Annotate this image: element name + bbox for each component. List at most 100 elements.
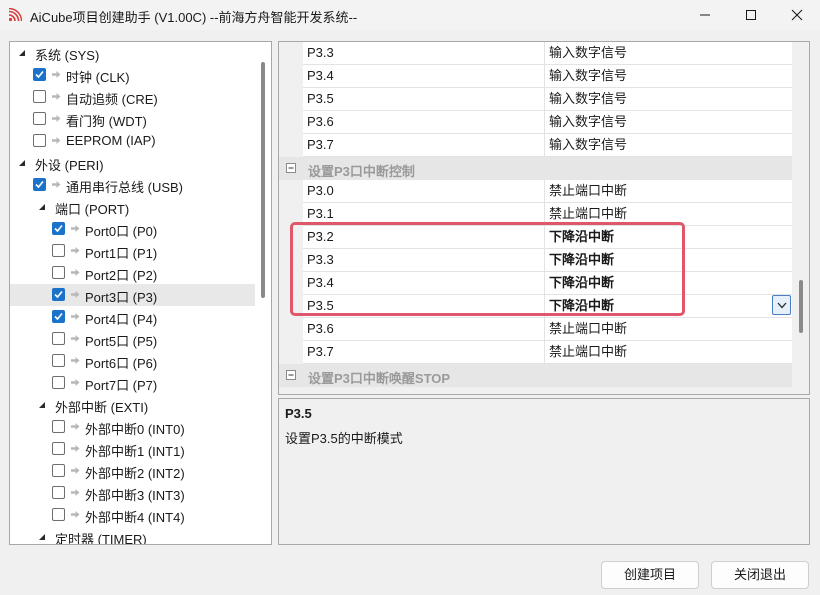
tree-item[interactable]: 自动追频 (CRE)	[10, 86, 255, 108]
tree-item[interactable]: 系统 (SYS)	[10, 42, 255, 64]
checkbox[interactable]	[33, 134, 46, 147]
property-name: P3.7	[303, 341, 545, 364]
grid-row[interactable]: P3.7 禁止端口中断	[279, 341, 792, 364]
tree-item-label: Port4口 (P4)	[85, 312, 158, 327]
wifi-icon	[8, 8, 22, 22]
property-value[interactable]: 输入数字信号	[545, 88, 792, 111]
expand-triangle-icon[interactable]	[37, 532, 47, 542]
checkbox[interactable]	[52, 464, 65, 477]
tree-item-label: 系统 (SYS)	[35, 48, 100, 63]
description-title: P3.5	[285, 406, 312, 421]
property-name: P3.4	[303, 65, 545, 88]
checkbox[interactable]	[33, 68, 46, 81]
property-value[interactable]: 输入数字信号	[545, 134, 792, 157]
tree-item[interactable]: 时钟 (CLK)	[10, 64, 255, 86]
checkbox[interactable]	[52, 420, 65, 433]
close-exit-button[interactable]: 关闭退出	[711, 561, 809, 589]
checkbox[interactable]	[52, 244, 65, 257]
checkbox[interactable]	[52, 442, 65, 455]
tree-item-label: Port6口 (P6)	[85, 356, 158, 371]
tree-item[interactable]: 通用串行总线 (USB)	[10, 174, 255, 196]
grid-gutter	[279, 88, 303, 111]
grid-row[interactable]: P3.4 输入数字信号	[279, 65, 792, 88]
tree-item[interactable]: 外部中断1 (INT1)	[10, 438, 255, 460]
tree-item-label: Port1口 (P1)	[85, 246, 158, 261]
tree-item-label: Port5口 (P5)	[85, 334, 158, 349]
grid-gutter	[279, 134, 303, 157]
expand-triangle-icon[interactable]	[37, 202, 47, 212]
close-icon	[791, 9, 803, 21]
checkbox[interactable]	[52, 266, 65, 279]
arrow-right-icon	[71, 445, 80, 452]
expand-triangle-icon[interactable]	[37, 400, 47, 410]
checkbox[interactable]	[52, 376, 65, 389]
tree-item[interactable]: Port5口 (P5)	[10, 328, 255, 350]
expand-triangle-icon[interactable]	[17, 48, 27, 58]
expand-triangle-icon[interactable]	[17, 158, 27, 168]
tree-item[interactable]: 外部中断2 (INT2)	[10, 460, 255, 482]
property-grid[interactable]: P3.3 输入数字信号 P3.4 输入数字信号 P3.5 输入数字信号 P3.6 输入数字信号…	[278, 41, 810, 395]
tree-item[interactable]: Port2口 (P2)	[10, 262, 255, 284]
tree-item[interactable]: Port3口 (P3)	[10, 284, 255, 306]
property-value[interactable]: 输入数字信号	[545, 65, 792, 88]
collapse-icon[interactable]	[286, 370, 296, 380]
tree-item[interactable]: Port6口 (P6)	[10, 350, 255, 372]
checkbox[interactable]	[33, 90, 46, 103]
tree-item[interactable]: 外部中断3 (INT3)	[10, 482, 255, 504]
checkbox[interactable]	[52, 332, 65, 345]
grid-category[interactable]: 设置P3口中断控制	[279, 157, 792, 180]
checkbox[interactable]	[33, 178, 46, 191]
property-name: P3.0	[303, 180, 545, 203]
grid-row[interactable]: P3.5 输入数字信号	[279, 88, 792, 111]
tree-item[interactable]: Port4口 (P4)	[10, 306, 255, 328]
property-value[interactable]: 禁止端口中断	[545, 341, 792, 364]
property-value[interactable]: 禁止端口中断	[545, 180, 792, 203]
checkbox[interactable]	[33, 112, 46, 125]
grid-gutter	[279, 180, 303, 203]
tree-item-label: 外部中断4 (INT4)	[85, 510, 185, 525]
create-project-button[interactable]: 创建项目	[601, 561, 699, 589]
property-name: P3.3	[303, 42, 545, 65]
tree-item-label: Port0口 (P0)	[85, 224, 158, 239]
grid-scrollbar[interactable]	[799, 280, 803, 333]
checkbox[interactable]	[52, 222, 65, 235]
property-name: P3.7	[303, 134, 545, 157]
grid-category[interactable]: 设置P3口中断唤醒STOP	[279, 364, 792, 387]
property-value[interactable]: 禁止端口中断	[545, 318, 792, 341]
tree-item[interactable]: 外部中断 (EXTI)	[10, 394, 255, 416]
grid-row[interactable]: P3.7 输入数字信号	[279, 134, 792, 157]
grid-gutter	[279, 42, 303, 65]
checkbox[interactable]	[52, 288, 65, 301]
close-button[interactable]	[774, 0, 820, 30]
tree-item[interactable]: 外部中断0 (INT0)	[10, 416, 255, 438]
tree-item[interactable]: Port7口 (P7)	[10, 372, 255, 394]
property-value[interactable]: 输入数字信号	[545, 42, 792, 65]
tree-item-label: 看门狗 (WDT)	[66, 114, 147, 129]
checkbox[interactable]	[52, 354, 65, 367]
peripheral-tree[interactable]: 系统 (SYS) 时钟 (CLK) 自动追频 (CRE) 看门狗 (WDT) EEPRO…	[9, 41, 272, 545]
maximize-button[interactable]	[728, 0, 774, 30]
property-value[interactable]: 输入数字信号	[545, 111, 792, 134]
minimize-button[interactable]	[682, 0, 728, 30]
tree-item[interactable]: 外设 (PERI)	[10, 152, 255, 174]
value-dropdown-button[interactable]	[772, 295, 791, 315]
tree-item[interactable]: EEPROM (IAP)	[10, 130, 255, 152]
tree-item-label: Port2口 (P2)	[85, 268, 158, 283]
tree-item[interactable]: 定时器 (TIMER)	[10, 526, 255, 544]
grid-row[interactable]: P3.3 输入数字信号	[279, 42, 792, 65]
checkbox[interactable]	[52, 310, 65, 323]
checkbox[interactable]	[52, 486, 65, 499]
tree-item[interactable]: 看门狗 (WDT)	[10, 108, 255, 130]
tree-item[interactable]: 外部中断4 (INT4)	[10, 504, 255, 526]
property-name: P3.5	[303, 88, 545, 111]
grid-row[interactable]: P3.6 输入数字信号	[279, 111, 792, 134]
collapse-icon[interactable]	[286, 163, 296, 173]
tree-scrollbar[interactable]	[261, 62, 265, 298]
tree-item[interactable]: Port1口 (P1)	[10, 240, 255, 262]
grid-row[interactable]: P3.6 禁止端口中断	[279, 318, 792, 341]
tree-item[interactable]: 端口 (PORT)	[10, 196, 255, 218]
checkbox[interactable]	[52, 508, 65, 521]
grid-row[interactable]: P3.0 禁止端口中断	[279, 180, 792, 203]
tree-item[interactable]: Port0口 (P0)	[10, 218, 255, 240]
highlight-annotation	[290, 222, 685, 316]
